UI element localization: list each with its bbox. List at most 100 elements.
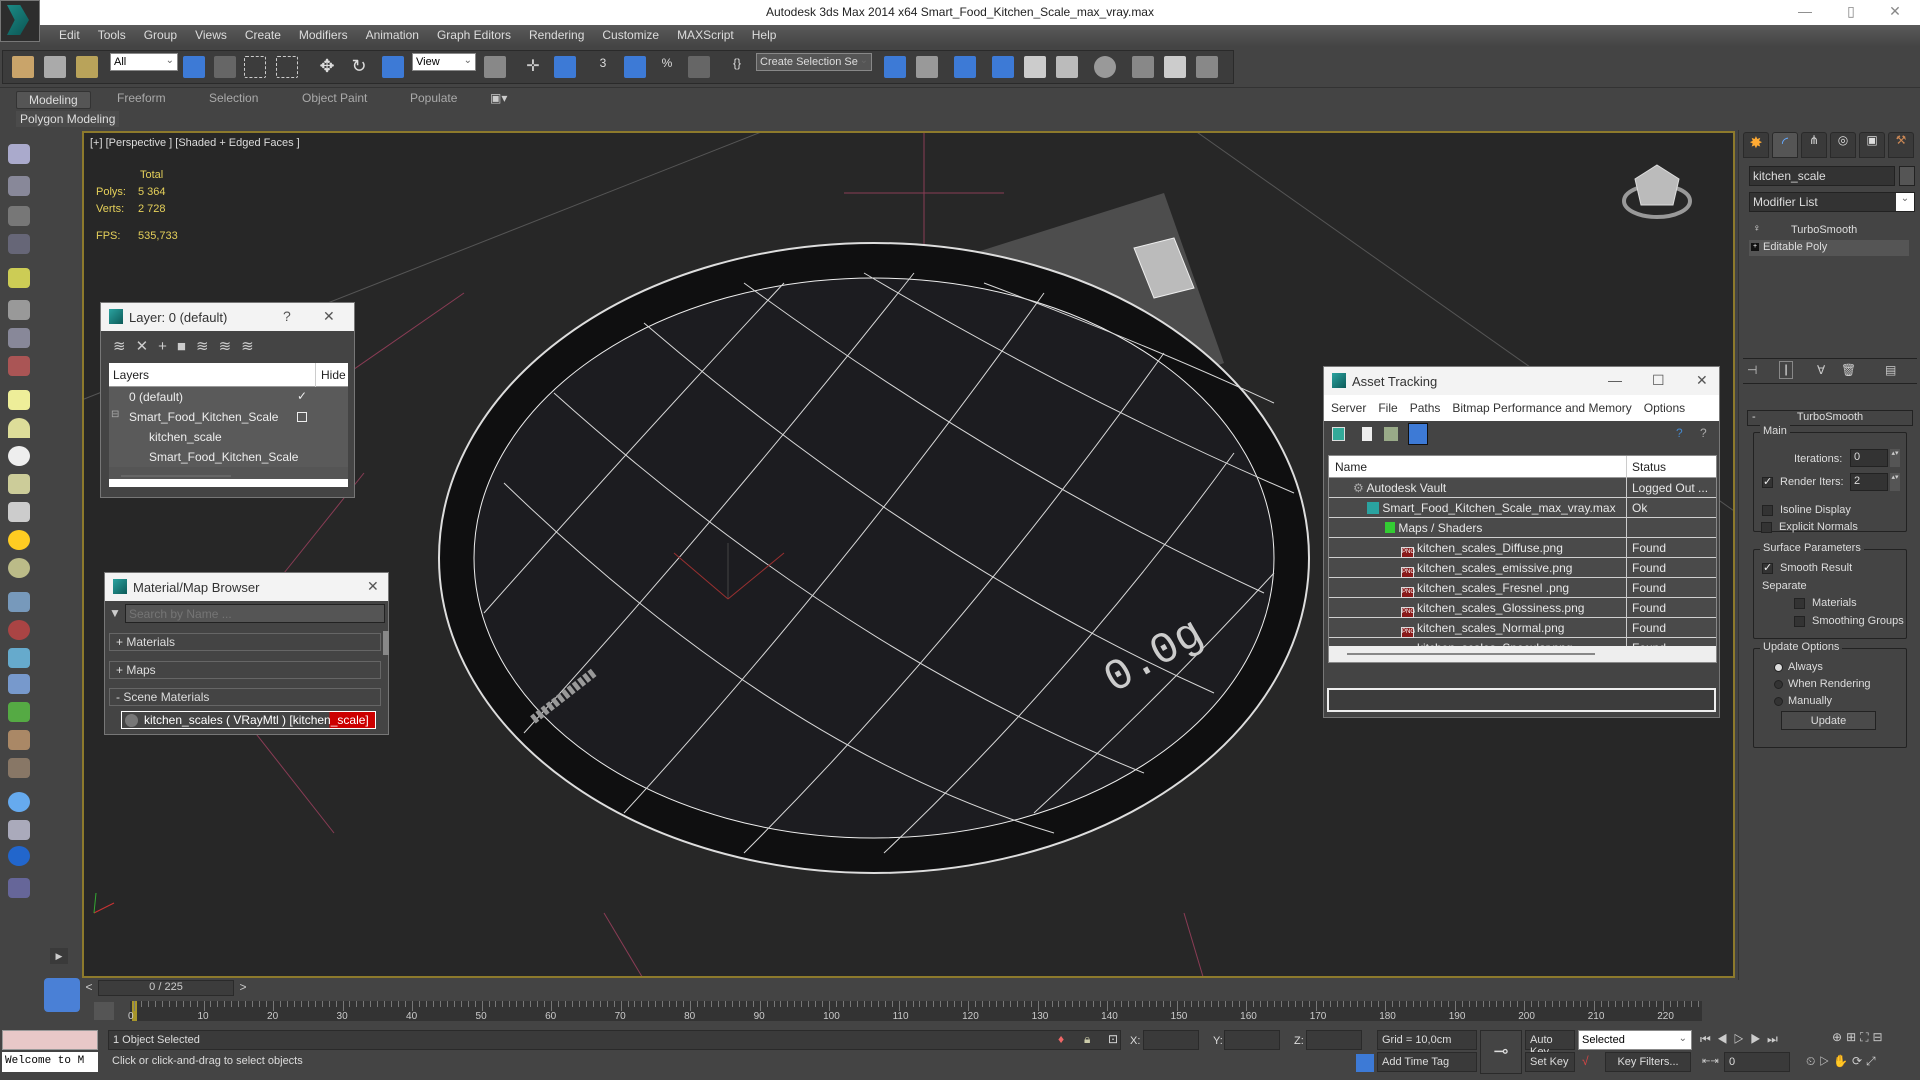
modifier-stack-item[interactable]: ♀ TurboSmooth (1749, 223, 1915, 239)
absolute-mode-icon[interactable]: ⊡ (1108, 1032, 1118, 1046)
select-object-icon[interactable] (183, 56, 205, 78)
material-editor-small-icon[interactable] (8, 820, 30, 840)
object-name-field[interactable]: kitchen_scale (1749, 166, 1895, 186)
link-icon[interactable] (12, 56, 34, 78)
named-selection-dropdown[interactable]: Create Selection Se ⌄ (756, 53, 872, 71)
pan-icon[interactable]: ✋ (1833, 1054, 1852, 1068)
table-row[interactable]: ⚙ Autodesk Vault Logged Out ... (1329, 478, 1716, 498)
sphere-material-icon[interactable] (8, 792, 30, 812)
table-row[interactable]: PNG kitchen_scales_Normal.png Found (1329, 618, 1716, 638)
menu-graph-editors[interactable]: Graph Editors (428, 25, 520, 42)
layer-row[interactable]: ⊟ Smart_Food_Kitchen_Scale (109, 407, 348, 427)
align-icon[interactable] (916, 56, 938, 78)
render-mask-icon[interactable] (8, 846, 30, 866)
table-row[interactable]: Maps / Shaders (1329, 518, 1716, 538)
material-editor-icon[interactable] (1094, 56, 1116, 78)
go-to-end-icon[interactable]: ⏭ (1767, 1032, 1784, 1046)
pin-stack-icon[interactable]: ⊣ (1747, 363, 1757, 377)
update-when-rendering-radio[interactable] (1774, 680, 1783, 689)
expand-icon[interactable]: + (1751, 243, 1759, 251)
x-coordinate-field[interactable] (1143, 1030, 1199, 1050)
z-coordinate-field[interactable] (1306, 1030, 1362, 1050)
close-button[interactable]: ✕ (1696, 372, 1708, 389)
video-camera-icon[interactable] (8, 356, 30, 376)
modify-tab-icon[interactable]: ◜ (1772, 132, 1798, 158)
render-setup-icon[interactable] (1132, 56, 1154, 78)
default-tangent-icon[interactable]: √ (1582, 1054, 1589, 1068)
rotate-icon[interactable]: ↻ (348, 56, 370, 78)
modifier-list-dropdown[interactable]: Modifier List ⌄ (1749, 192, 1915, 212)
zoom-extents-icon[interactable]: ⛶ (1860, 1030, 1872, 1044)
refresh-icon[interactable] (1332, 427, 1345, 441)
separate-materials-checkbox[interactable] (1794, 598, 1805, 609)
ribbon-options-icon[interactable]: ▣▾ (490, 91, 507, 105)
expand-arrow-icon[interactable]: ▶ (50, 948, 68, 964)
maxscript-listener-mini[interactable] (2, 1030, 98, 1050)
field-of-view-icon[interactable]: ▷ (1819, 1054, 1833, 1068)
set-current-layer-icon[interactable]: ≋ (219, 338, 242, 355)
name-column-header[interactable]: Name (1335, 460, 1367, 474)
zoom-extents-all-icon[interactable]: ⊟ (1873, 1030, 1887, 1044)
key-filters-button[interactable]: Key Filters... (1605, 1052, 1691, 1072)
layers-column-header[interactable]: Layers (113, 368, 149, 382)
make-unique-icon[interactable]: ∀ (1817, 363, 1825, 377)
zoom-all-icon[interactable]: ⊞ (1846, 1030, 1860, 1044)
layer-object-row[interactable]: Smart_Food_Kitchen_Scale (109, 447, 348, 467)
menu-modifiers[interactable]: Modifiers (290, 25, 357, 42)
render-iters-spinner-arrows[interactable]: ▴▾ (1890, 473, 1900, 491)
asset-tracking-titlebar[interactable]: Asset Tracking — ☐ ✕ (1324, 367, 1719, 395)
table-row[interactable]: Smart_Food_Kitchen_Scale_max_vray.max Ok (1329, 498, 1716, 518)
help-icon[interactable]: ? (1700, 426, 1707, 440)
next-frame-icon[interactable]: ▶ (1750, 1032, 1767, 1046)
select-in-layer-icon[interactable]: ■ (177, 338, 196, 355)
scene-materials-group[interactable]: - Scene Materials (109, 688, 381, 706)
layer-window-titlebar[interactable]: Layer: 0 (default) ? ✕ (101, 303, 354, 331)
material-browser-titlebar[interactable]: Material/Map Browser ✕ (105, 573, 388, 601)
set-key-mode-icon[interactable]: ⊸ (1480, 1030, 1522, 1074)
rect-selection-icon[interactable] (244, 56, 266, 78)
smooth-result-checkbox[interactable] (1762, 561, 1773, 574)
maxscript-input[interactable]: Welcome to M (2, 1052, 98, 1072)
menu-create[interactable]: Create (236, 25, 290, 42)
vault-help-icon[interactable]: ? (1676, 426, 1683, 440)
close-button[interactable]: ✕ (367, 578, 379, 595)
hide-column-header[interactable]: Hide (321, 368, 346, 382)
display-tab-icon[interactable]: ▣ (1859, 132, 1885, 158)
menu-group[interactable]: Group (135, 25, 186, 42)
spinner-snap-icon[interactable] (688, 56, 710, 78)
unlink-icon[interactable] (44, 56, 66, 78)
tab-selection[interactable]: Selection (209, 91, 258, 105)
menu-tools[interactable]: Tools (89, 25, 135, 42)
set-key-button[interactable]: Set Key (1525, 1052, 1575, 1072)
time-slider[interactable]: 0 / 225 (98, 980, 234, 996)
set-current-checkbox[interactable] (297, 412, 307, 422)
add-time-tag-button[interactable]: Add Time Tag (1377, 1052, 1477, 1072)
table-row[interactable]: PNG kitchen_scales_Glossiness.png Found (1329, 598, 1716, 618)
path-field[interactable] (1327, 688, 1716, 712)
minimize-button[interactable]: — (1608, 372, 1622, 388)
go-to-start-icon[interactable]: ⏮ (1700, 1032, 1717, 1046)
light-bulb-icon[interactable] (8, 268, 30, 288)
track-bar[interactable]: 0 10 20 30 40 50 60 70 80 90 100 110 120 130 140 150 160… (128, 1001, 1702, 1022)
create-tab-icon[interactable]: ✸ (1743, 132, 1769, 158)
polygon-modeling-label[interactable]: Polygon Modeling (16, 111, 120, 127)
isoline-display-checkbox[interactable] (1762, 505, 1773, 516)
sun-icon[interactable] (8, 530, 30, 550)
modifier-stack-item[interactable]: + Editable Poly (1749, 240, 1909, 256)
browser-options-icon[interactable]: ▼ (109, 606, 121, 620)
y-coordinate-field[interactable] (1224, 1030, 1280, 1050)
reference-coord-dropdown[interactable]: View ⌄ (412, 53, 476, 71)
orbit-icon[interactable]: ⟳ (1852, 1054, 1866, 1068)
tab-populate[interactable]: Populate (410, 91, 457, 105)
minimize-button[interactable]: — (1790, 3, 1820, 19)
menu-paths[interactable]: Paths (1410, 401, 1441, 415)
sphere-light-icon[interactable] (8, 446, 30, 466)
update-manually-radio[interactable] (1774, 697, 1783, 706)
selection-lock-icon[interactable]: 🔒︎ (1084, 1032, 1090, 1047)
separate-smoothing-groups-checkbox[interactable] (1794, 616, 1805, 627)
ies-light-icon[interactable] (8, 502, 30, 522)
bind-spacewarp-icon[interactable] (76, 56, 98, 78)
rendered-frame-window-icon[interactable] (1164, 56, 1186, 78)
lightbulb-icon[interactable]: ♀ (1753, 223, 1761, 234)
move-icon[interactable]: ✥ (316, 56, 338, 78)
